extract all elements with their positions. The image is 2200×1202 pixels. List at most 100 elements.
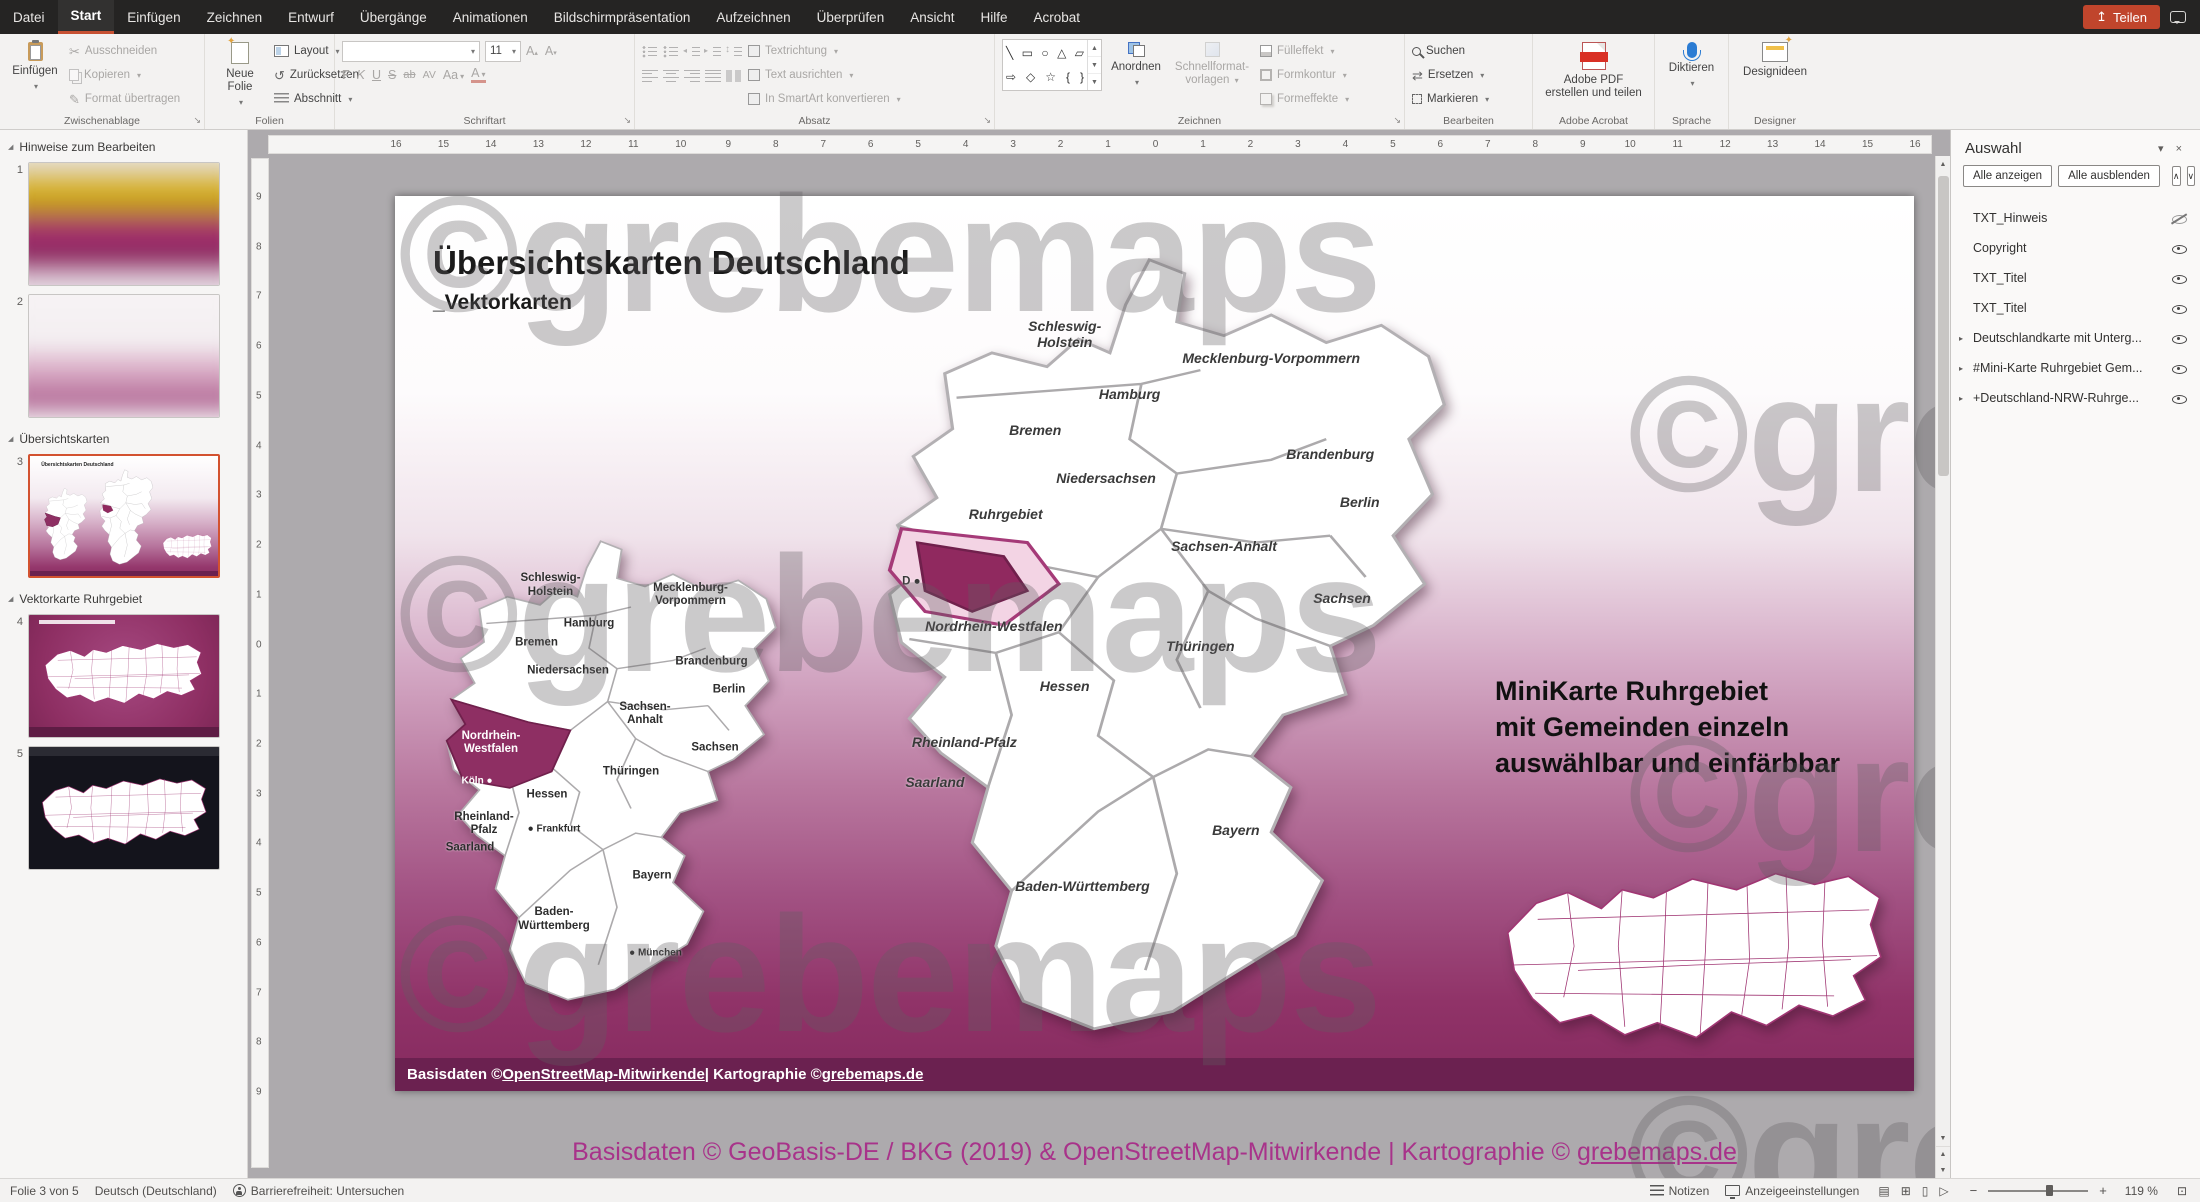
- italic-button[interactable]: K: [357, 68, 365, 82]
- dictate-button[interactable]: Diktieren▾: [1664, 39, 1720, 91]
- selection-item[interactable]: ▸+Deutschland-NRW-Ruhrge...: [1951, 383, 2200, 413]
- display-settings-button[interactable]: Anzeigeeinstellungen: [1725, 1184, 1859, 1198]
- zoom-in-button[interactable]: +: [2097, 1183, 2109, 1198]
- tab-animationen[interactable]: Animationen: [440, 0, 541, 34]
- section-header[interactable]: ◢Hinweise zum Bearbeiten: [0, 130, 247, 158]
- quick-styles-button[interactable]: Schnellformat-vorlagen ▾: [1170, 39, 1254, 90]
- fit-to-window-icon[interactable]: ⊡: [2174, 1184, 2190, 1198]
- tab-acrobat[interactable]: Acrobat: [1021, 0, 1094, 34]
- expand-chevron-icon[interactable]: ▸: [1959, 364, 1971, 373]
- tab-zeichnen[interactable]: Zeichnen: [194, 0, 276, 34]
- selection-item[interactable]: ▸Deutschlandkarte mit Unterg...: [1951, 323, 2200, 353]
- text-direction-button[interactable]: Textrichtung▾: [748, 40, 901, 62]
- font-size-combo[interactable]: 11▾: [485, 41, 521, 62]
- increase-indent-icon[interactable]: [705, 45, 721, 58]
- replace-button[interactable]: ⇄Ersetzen▾: [1412, 64, 1489, 86]
- shape-glyph[interactable]: ◇: [1026, 70, 1035, 84]
- cut-button[interactable]: ✂Ausschneiden: [69, 40, 180, 62]
- dialog-launcher-icon[interactable]: ↘: [983, 115, 991, 126]
- shape-glyph[interactable]: △: [1057, 46, 1066, 60]
- mini-map-caption[interactable]: MiniKarte Ruhrgebiet mit Gemeinden einze…: [1495, 674, 1945, 782]
- eye-icon[interactable]: [2171, 241, 2188, 256]
- slide-copyright-bar[interactable]: Basisdaten © OpenStreetMap-Mitwirkende |…: [395, 1058, 1914, 1091]
- horizontal-ruler[interactable]: 1615141312111098765432101234567891011121…: [268, 135, 1932, 154]
- slide[interactable]: Übersichtskarten Deutschland _Vektorkart…: [395, 196, 1914, 1091]
- create-pdf-button[interactable]: Adobe PDF erstellen und teilen: [1542, 39, 1646, 103]
- character-spacing-button[interactable]: AV: [423, 69, 436, 81]
- tab-ansicht[interactable]: Ansicht: [897, 0, 967, 34]
- germany-map-small[interactable]: Schleswig-HolsteinMecklenburg-Vorpommern…: [435, 533, 785, 1010]
- slide-thumbnail[interactable]: [28, 746, 220, 870]
- paste-button[interactable]: Einfügen▾: [7, 39, 63, 94]
- selection-item[interactable]: TXT_Hinweis: [1951, 203, 2200, 233]
- previous-slide-button[interactable]: ▲: [1936, 1146, 1951, 1162]
- eye-icon[interactable]: [2171, 271, 2188, 286]
- hide-all-button[interactable]: Alle ausblenden: [2058, 165, 2160, 187]
- selection-item[interactable]: TXT_Titel: [1951, 293, 2200, 323]
- vertical-scrollbar[interactable]: ▲ ▼ ▲ ▼: [1935, 156, 1950, 1178]
- scroll-up-icon[interactable]: ▲: [1936, 156, 1951, 172]
- format-painter-button[interactable]: ✎Format übertragen: [69, 88, 180, 110]
- bullet-list-icon[interactable]: [642, 45, 658, 58]
- align-text-button[interactable]: Text ausrichten▾: [748, 64, 901, 86]
- justify-icon[interactable]: [705, 69, 721, 82]
- notes-button[interactable]: Notizen: [1650, 1184, 1710, 1198]
- slide-subtitle[interactable]: _Vektorkarten: [433, 291, 572, 315]
- tab-datei[interactable]: Datei: [0, 0, 58, 34]
- slide-title[interactable]: Übersichtskarten Deutschland: [433, 244, 910, 282]
- zoom-slider-thumb[interactable]: [2046, 1185, 2053, 1196]
- eye-icon[interactable]: [2171, 391, 2188, 406]
- strikethrough-button[interactable]: S: [388, 68, 396, 82]
- tab-einfügen[interactable]: Einfügen: [114, 0, 193, 34]
- shape-glyph[interactable]: {: [1066, 70, 1070, 84]
- slideshow-icon[interactable]: ▷: [1936, 1184, 1951, 1198]
- expand-chevron-icon[interactable]: ▸: [1959, 394, 1971, 403]
- shrink-font-button[interactable]: A▾: [545, 44, 557, 58]
- chevron-down-icon[interactable]: ▾: [2152, 142, 2170, 155]
- scroll-thumb[interactable]: [1938, 176, 1949, 476]
- new-slide-button[interactable]: Neue Folie▾: [212, 39, 268, 111]
- share-button[interactable]: ↥Teilen: [2083, 5, 2160, 29]
- zoom-out-button[interactable]: −: [1968, 1183, 1980, 1198]
- underline-button[interactable]: U: [372, 68, 381, 82]
- section-collapse-icon[interactable]: ◢: [8, 595, 13, 603]
- eye-icon[interactable]: [2171, 301, 2188, 316]
- eye-off-icon[interactable]: [2171, 211, 2188, 226]
- select-button[interactable]: Markieren▾: [1412, 88, 1489, 110]
- shape-gallery[interactable]: ╲▭○△▱ ⇨◇☆{} ▲▼▼: [1002, 39, 1102, 91]
- move-down-button[interactable]: ∨: [2187, 166, 2196, 186]
- zoom-level[interactable]: 119 %: [2125, 1184, 2158, 1198]
- expand-chevron-icon[interactable]: ▸: [1959, 334, 1971, 343]
- show-all-button[interactable]: Alle anzeigen: [1963, 165, 2052, 187]
- gallery-scroll[interactable]: ▲▼▼: [1087, 40, 1101, 90]
- move-up-button[interactable]: ∧: [2172, 166, 2181, 186]
- shape-glyph[interactable]: ☆: [1045, 70, 1056, 84]
- slide-thumbnail[interactable]: [28, 162, 220, 286]
- tab-bildschirmpräsentation[interactable]: Bildschirmpräsentation: [541, 0, 704, 34]
- germany-map-large[interactable]: Schleswig-HolsteinHamburgMecklenburg-Vor…: [870, 246, 1460, 1046]
- eye-icon[interactable]: [2171, 361, 2188, 376]
- vertical-ruler[interactable]: 9876543210123456789: [251, 158, 269, 1168]
- arrange-button[interactable]: Anordnen▾: [1108, 39, 1164, 90]
- accessibility-checker[interactable]: Barrierefreiheit: Untersuchen: [233, 1184, 404, 1198]
- line-spacing-icon[interactable]: [726, 45, 742, 58]
- align-right-icon[interactable]: [684, 69, 700, 82]
- selection-item[interactable]: Copyright: [1951, 233, 2200, 263]
- shape-glyph[interactable]: }: [1080, 70, 1084, 84]
- section-collapse-icon[interactable]: ◢: [8, 435, 13, 443]
- slide-thumbnail[interactable]: [28, 614, 220, 738]
- section-header[interactable]: ◢Vektorkarte Ruhrgebiet: [0, 582, 247, 610]
- slide-sorter-icon[interactable]: ⊞: [1898, 1184, 1914, 1198]
- font-color-button[interactable]: A▾: [471, 67, 485, 83]
- numbered-list-icon[interactable]: [663, 45, 679, 58]
- language-selector[interactable]: Deutsch (Deutschland): [95, 1184, 217, 1198]
- shape-glyph[interactable]: ▭: [1022, 46, 1033, 60]
- shape-effects-button[interactable]: Formeffekte▾: [1260, 88, 1349, 110]
- align-center-icon[interactable]: [663, 69, 679, 82]
- text-shadow-button[interactable]: ab: [403, 69, 415, 81]
- tab-überprüfen[interactable]: Überprüfen: [804, 0, 898, 34]
- columns-icon[interactable]: [726, 69, 742, 82]
- close-icon[interactable]: ×: [2170, 143, 2188, 155]
- bold-button[interactable]: F: [342, 68, 350, 82]
- slide-thumbnail[interactable]: [28, 294, 220, 418]
